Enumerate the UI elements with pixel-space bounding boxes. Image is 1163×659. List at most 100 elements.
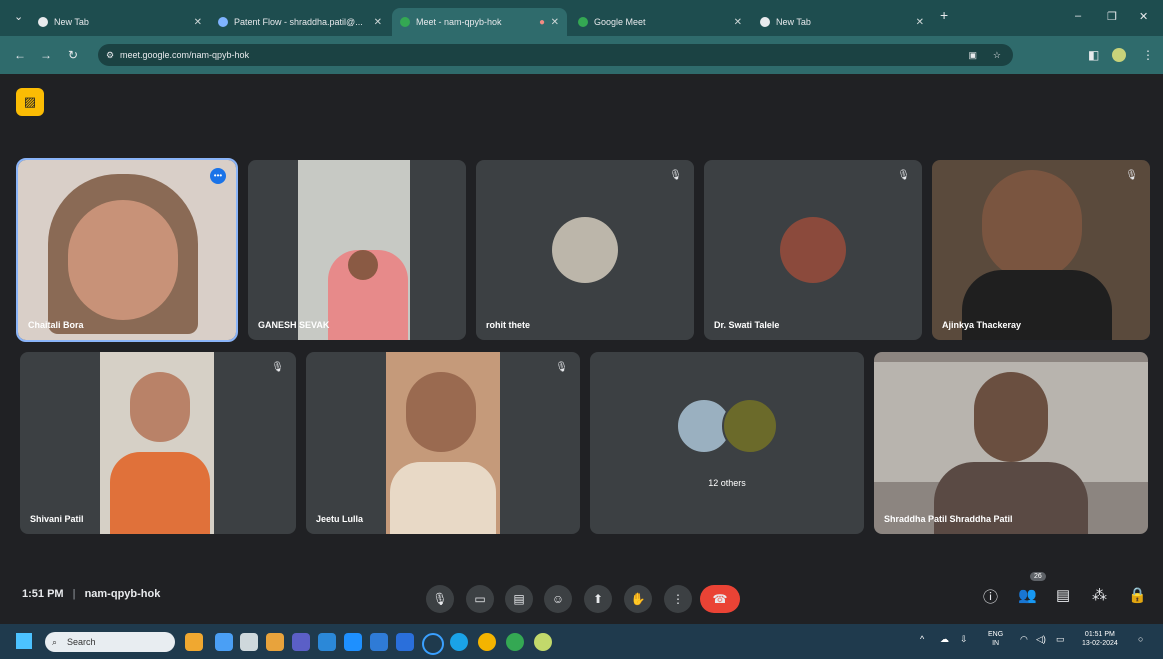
participant-tile-shraddha[interactable]: Shraddha Patil Shraddha Patil — [874, 352, 1148, 534]
participant-tile-swati[interactable]: 🎙 Dr. Swati Talele — [704, 160, 922, 340]
widgets-icon[interactable] — [185, 633, 203, 651]
close-icon[interactable]: ✕ — [734, 17, 742, 28]
menu-kebab-icon[interactable]: ⋮ — [1142, 48, 1154, 62]
app-icon[interactable] — [396, 633, 414, 651]
people-icon[interactable]: 👥 — [1018, 586, 1037, 604]
edge-icon[interactable] — [450, 633, 468, 651]
camera-off-badge-icon[interactable]: ▨ — [16, 88, 44, 116]
lang-label: ENG — [988, 631, 1004, 638]
participant-name: Chaitali Bora — [28, 320, 84, 330]
participant-tile-chaitali[interactable]: ••• Chaitali Bora — [16, 158, 238, 342]
tab-new-tab-1[interactable]: New Tab ✕ — [30, 8, 210, 36]
tab-meet-active[interactable]: Meet - nam-qpyb-hok ● ✕ — [392, 8, 567, 36]
meeting-info: 1:51 PM | nam-qpyb-hok — [22, 588, 160, 600]
profile-avatar[interactable] — [1112, 48, 1126, 62]
camera-button[interactable]: ▭ — [466, 585, 494, 613]
recording-icon: ● — [538, 16, 545, 28]
close-icon[interactable]: ✕ — [374, 17, 382, 28]
language-indicator[interactable]: ENG IN — [988, 630, 1003, 648]
leave-call-button[interactable]: ☎ — [700, 585, 740, 613]
face-area — [982, 170, 1082, 280]
app-icon[interactable] — [370, 633, 388, 651]
cortana-icon[interactable] — [422, 633, 444, 655]
store-icon[interactable] — [318, 633, 336, 651]
meet-favicon-icon — [400, 17, 410, 27]
site-info-icon[interactable]: ⚙ — [106, 50, 114, 61]
url-field[interactable]: ⚙ meet.google.com/nam-qpyb-hok ▣ ☆ — [98, 44, 1013, 66]
teams-icon[interactable] — [292, 633, 310, 651]
avatar — [552, 217, 618, 283]
hand-icon: ✋ — [630, 592, 646, 606]
mic-off-icon: 🎙 — [897, 170, 910, 181]
tab-search-icon[interactable]: ⌄ — [14, 10, 23, 23]
new-tab-icon — [760, 17, 770, 27]
chrome-profile-icon[interactable] — [506, 633, 524, 651]
tab-label: Google Meet — [594, 17, 646, 27]
tray-overflow-icon[interactable]: ^ — [920, 635, 924, 644]
close-icon[interactable]: ✕ — [916, 17, 924, 28]
mic-off-icon: 🎙 — [1125, 170, 1138, 181]
region-label: IN — [992, 640, 1000, 647]
bookmark-star-icon[interactable]: ☆ — [993, 50, 1001, 61]
forward-icon[interactable]: → — [40, 48, 52, 62]
chrome-active-icon[interactable] — [534, 633, 552, 651]
captions-button[interactable]: ▤ — [505, 585, 533, 613]
battery-icon[interactable]: ▭ — [1056, 635, 1065, 644]
file-explorer-icon[interactable] — [266, 633, 284, 651]
participant-tile-shivani[interactable]: 🎙 Shivani Patil — [20, 352, 296, 534]
back-icon[interactable]: ← — [14, 48, 26, 62]
app-icon[interactable] — [344, 633, 362, 651]
volume-icon[interactable]: ◁) — [1036, 635, 1046, 644]
face-area — [68, 200, 178, 320]
chrome-icon[interactable] — [478, 633, 496, 651]
participant-tile-ganesh[interactable]: GANESH SEVAK — [248, 160, 466, 340]
windows-taskbar: ⌕ Search ^ ☁ ⇩ ENG IN ◠ ◁) ▭ 01:51 PM 13… — [0, 624, 1163, 659]
more-options-button[interactable]: ⋮ — [664, 585, 692, 613]
tab-google-meet[interactable]: Google Meet ✕ — [570, 8, 750, 36]
cloud-icon[interactable]: ☁ — [940, 635, 949, 644]
captions-icon: ▤ — [513, 592, 525, 606]
tab-patent-flow[interactable]: Patent Flow - shraddha.patil@... ✕ — [210, 8, 390, 36]
new-tab-button[interactable]: + — [940, 7, 948, 23]
emoji-button[interactable]: ☺ — [544, 585, 572, 613]
chat-icon[interactable]: ▤ — [1056, 586, 1070, 604]
windows-start-icon[interactable] — [16, 633, 32, 649]
tab-label: Meet - nam-qpyb-hok — [416, 17, 502, 27]
search-placeholder: Search — [67, 637, 96, 647]
wifi-icon[interactable]: ◠ — [1020, 635, 1028, 644]
taskbar-search[interactable]: ⌕ Search — [45, 632, 175, 652]
system-clock[interactable]: 01:51 PM 13-02-2024 — [1082, 630, 1118, 648]
tab-new-tab-2[interactable]: New Tab ✕ — [752, 8, 932, 36]
app-icon[interactable] — [215, 633, 233, 651]
usb-icon[interactable]: ⇩ — [960, 635, 968, 644]
participant-tile-jeetu[interactable]: 🎙 Jeetu Lulla — [306, 352, 580, 534]
participant-tile-others[interactable]: 12 others — [590, 352, 864, 534]
participant-name: Dr. Swati Talele — [714, 320, 780, 330]
task-view-icon[interactable] — [240, 633, 258, 651]
activities-icon[interactable]: ⁂ — [1092, 586, 1107, 604]
meeting-code: nam-qpyb-hok — [84, 588, 161, 600]
close-window-icon[interactable]: ✕ — [1139, 10, 1148, 23]
present-button[interactable]: ⬆ — [584, 585, 612, 613]
face-area — [406, 372, 476, 452]
minimize-icon[interactable]: – — [1075, 10, 1081, 22]
meeting-details-icon[interactable]: ⓘ — [983, 586, 998, 607]
mic-button[interactable]: 🎙 — [426, 585, 454, 613]
close-icon[interactable]: ✕ — [551, 17, 559, 28]
participant-tile-rohit[interactable]: 🎙 rohit thete — [476, 160, 694, 340]
notifications-icon[interactable]: ○ — [1138, 635, 1143, 644]
meeting-control-bar: 1:51 PM | nam-qpyb-hok 🎙 ▭ ▤ ☺ ⬆ ✋ ⋮ ☎ ⓘ… — [0, 572, 1163, 622]
participant-name: Jeetu Lulla — [316, 514, 364, 524]
reload-icon[interactable]: ↻ — [68, 48, 78, 62]
raise-hand-button[interactable]: ✋ — [624, 585, 652, 613]
participant-name: rohit thete — [486, 320, 530, 330]
restore-icon[interactable]: ❐ — [1107, 10, 1117, 23]
participant-tile-ajinkya[interactable]: 🎙 Ajinkya Thackeray — [932, 160, 1150, 340]
participant-name: Shivani Patil — [30, 514, 84, 524]
cast-icon[interactable]: ▣ — [968, 50, 977, 61]
host-controls-icon[interactable]: 🔒 — [1128, 586, 1147, 604]
participant-name: Shraddha Patil Shraddha Patil — [884, 514, 1013, 524]
close-icon[interactable]: ✕ — [194, 17, 202, 28]
sidebar-icon[interactable]: ◧ — [1088, 48, 1099, 62]
mic-off-icon: 🎙 — [555, 362, 568, 373]
